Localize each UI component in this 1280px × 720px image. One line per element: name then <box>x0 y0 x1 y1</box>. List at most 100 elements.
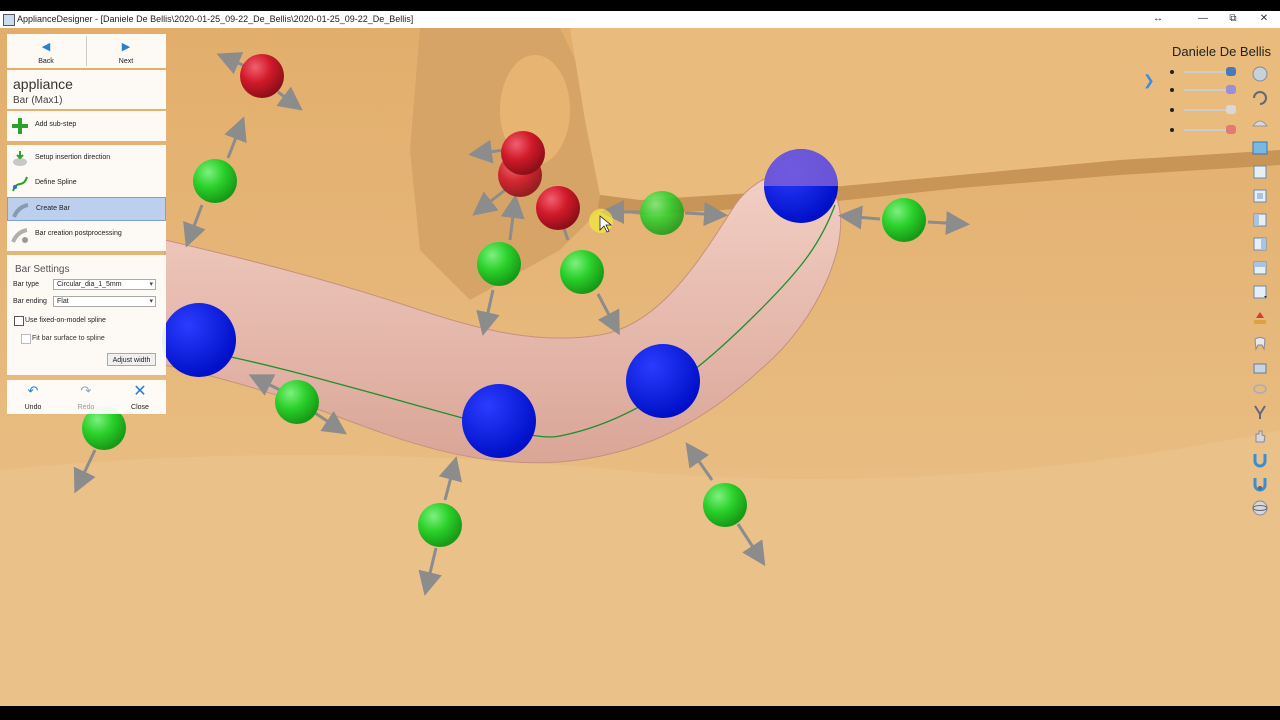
control-point-red[interactable] <box>501 131 545 175</box>
slider-track[interactable] <box>1184 129 1230 131</box>
back-button[interactable]: ◀ Back <box>7 34 85 68</box>
add-substep-label: Add sub-step <box>35 121 77 128</box>
bar-ending-value: Flat <box>57 298 69 305</box>
box-icon[interactable] <box>1250 358 1270 378</box>
cube-bottom-icon[interactable] <box>1250 282 1270 302</box>
lasso-icon[interactable] <box>1250 380 1270 400</box>
opacity-slider-4[interactable] <box>1170 125 1242 135</box>
control-point-blue[interactable] <box>626 344 700 418</box>
rotate-icon[interactable] <box>1250 88 1270 108</box>
slider-track[interactable] <box>1184 89 1230 91</box>
bar-settings-title: Bar Settings <box>15 264 70 275</box>
control-point-red[interactable] <box>536 186 580 230</box>
step-create-bar[interactable]: Create Bar <box>7 197 166 221</box>
visibility-dot[interactable] <box>1170 108 1174 112</box>
control-point-green[interactable] <box>193 159 237 203</box>
resize-indicator-icon: ↔ <box>1153 13 1163 24</box>
chevron-down-icon: ▾ <box>149 281 153 288</box>
bar-ending-select[interactable]: Flat ▾ <box>53 296 156 307</box>
control-point-red[interactable] <box>240 54 284 98</box>
bar-settings-panel: Bar Settings Bar type Circular_dia_1_5mm… <box>7 255 166 375</box>
step-label: Bar creation postprocessing <box>35 230 122 237</box>
bar-type-label: Bar type <box>13 281 40 288</box>
postprocessing-icon <box>11 228 28 243</box>
control-point-green[interactable] <box>418 503 462 547</box>
spline-icon <box>12 176 28 192</box>
next-label: Next <box>118 58 134 65</box>
next-button[interactable]: ▶ Next <box>87 34 165 68</box>
undo-label: Undo <box>24 404 42 411</box>
cube-front-icon[interactable] <box>1250 162 1270 182</box>
opacity-slider-2[interactable] <box>1170 85 1242 95</box>
window-titlebar: ApplianceDesigner - [Daniele De Bellis\2… <box>0 11 1280 29</box>
fixed-spline-label: Use fixed-on-model spline <box>25 317 106 324</box>
letterbox-bottom <box>0 706 1280 720</box>
visibility-dot[interactable] <box>1170 70 1174 74</box>
control-point-blue[interactable] <box>162 303 236 377</box>
visibility-dot[interactable] <box>1170 88 1174 92</box>
chevron-down-icon: ▾ <box>149 298 153 305</box>
cube-left-icon[interactable] <box>1250 210 1270 230</box>
redo-button[interactable]: ↷ Redo <box>60 380 112 414</box>
3d-viewport[interactable] <box>0 28 1280 706</box>
user-name: Daniele De Bellis <box>1172 44 1271 59</box>
opacity-slider-1[interactable] <box>1170 67 1242 77</box>
slider-track[interactable] <box>1184 109 1230 111</box>
step-label: Define Spline <box>35 179 77 186</box>
cube-top-icon[interactable] <box>1250 258 1270 278</box>
step-define-spline[interactable]: Define Spline <box>7 172 166 196</box>
control-point-green[interactable] <box>560 250 604 294</box>
direction-arrow[interactable] <box>927 211 970 235</box>
measure-icon[interactable] <box>1250 402 1270 422</box>
undo-icon: ↶ <box>27 383 39 398</box>
tooth-icon[interactable] <box>1250 334 1270 354</box>
maximize-button[interactable]: ⧉ <box>1223 13 1243 24</box>
fit-surface-checkbox[interactable] <box>21 334 31 344</box>
slider-knob[interactable] <box>1226 105 1236 114</box>
magnet-alt-icon[interactable] <box>1250 474 1270 494</box>
slider-knob[interactable] <box>1226 85 1236 94</box>
control-point-green[interactable] <box>275 380 319 424</box>
expand-panel-icon[interactable]: ❯ <box>1143 72 1155 89</box>
control-point-blue[interactable] <box>462 384 536 458</box>
step-setup-insertion-direction[interactable]: Setup insertion direction <box>7 147 166 171</box>
close-button[interactable]: ✕ Close <box>114 380 166 414</box>
substep-list: Setup insertion direction Define Spline … <box>7 145 166 251</box>
bar-type-select[interactable]: Circular_dia_1_5mm ▾ <box>53 279 156 290</box>
paint-icon[interactable] <box>1250 308 1270 328</box>
view-cube-icon[interactable] <box>1250 64 1270 84</box>
control-point-green[interactable] <box>640 191 684 235</box>
slider-knob[interactable] <box>1226 67 1236 76</box>
sphere-icon[interactable] <box>1250 498 1270 518</box>
minimize-button[interactable]: — <box>1193 13 1213 24</box>
bar-ending-label: Bar ending <box>13 298 47 305</box>
undo-button[interactable]: ↶ Undo <box>7 380 59 414</box>
scan-icon[interactable] <box>1250 112 1270 132</box>
plus-icon <box>12 118 28 134</box>
close-window-button[interactable]: ✕ <box>1254 13 1274 24</box>
panel-icon[interactable] <box>1250 138 1270 158</box>
step-subtitle: Bar (Max1) <box>13 95 63 106</box>
direction-arrow[interactable] <box>684 202 728 227</box>
magnet-icon[interactable] <box>1250 450 1270 470</box>
opacity-slider-3[interactable] <box>1170 105 1242 115</box>
add-substep-button[interactable]: Add sub-step <box>7 114 166 138</box>
hand-icon[interactable] <box>1250 426 1270 446</box>
redo-icon: ↷ <box>80 383 92 398</box>
control-point-green[interactable] <box>703 483 747 527</box>
3d-scene[interactable] <box>0 28 1280 706</box>
back-arrow-icon: ◀ <box>41 41 51 53</box>
back-label: Back <box>38 58 54 65</box>
insertion-direction-icon <box>13 151 27 166</box>
action-panel: ↶ Undo ↷ Redo ✕ Close <box>7 380 166 414</box>
slider-knob[interactable] <box>1226 125 1236 134</box>
cube-back-icon[interactable] <box>1250 186 1270 206</box>
cube-right-icon[interactable] <box>1250 234 1270 254</box>
adjust-width-button[interactable]: Adjust width <box>107 353 156 366</box>
fixed-spline-checkbox[interactable] <box>14 316 24 326</box>
control-point-green[interactable] <box>882 198 926 242</box>
slider-track[interactable] <box>1184 71 1230 73</box>
step-bar-creation-postprocessing[interactable]: Bar creation postprocessing <box>7 223 166 247</box>
control-point-green[interactable] <box>477 242 521 286</box>
visibility-dot[interactable] <box>1170 128 1174 132</box>
